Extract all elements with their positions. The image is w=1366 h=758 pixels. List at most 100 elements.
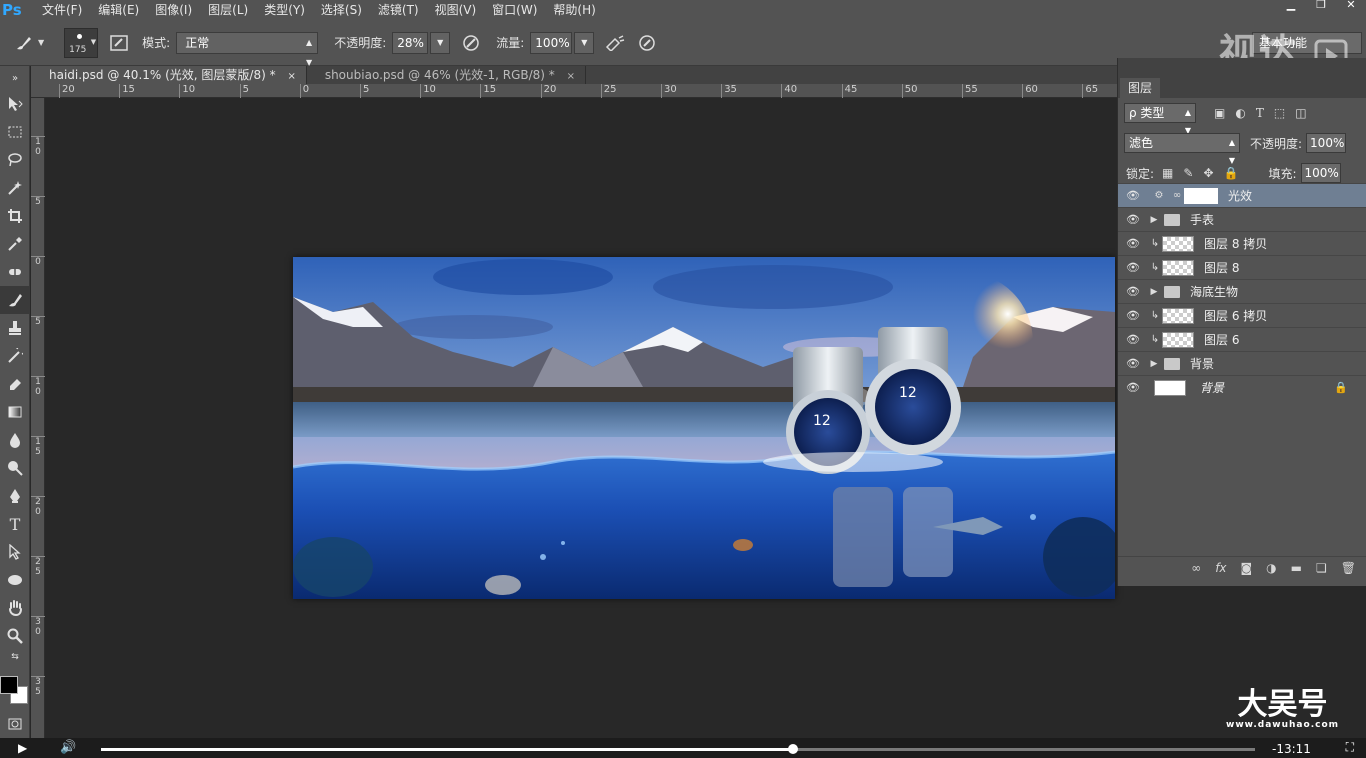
play-icon[interactable]: ▶ — [18, 741, 27, 755]
visibility-eye-icon[interactable]: 👁 — [1118, 285, 1148, 298]
history-brush-tool-icon[interactable] — [0, 342, 30, 370]
new-layer-icon[interactable]: ❏ — [1316, 561, 1327, 575]
close-button[interactable]: ✕ — [1336, 0, 1366, 12]
menu-help[interactable]: 帮助(H) — [545, 0, 603, 20]
delete-layer-icon[interactable]: 🗑 — [1341, 561, 1356, 575]
progress-track[interactable] — [101, 744, 1255, 754]
visibility-eye-icon[interactable]: 👁 — [1118, 237, 1148, 250]
shape-filter-icon[interactable]: ⬚ — [1274, 106, 1285, 120]
flow-slider-button[interactable]: ▼ — [574, 31, 595, 54]
visibility-eye-icon[interactable]: 👁 — [1118, 381, 1148, 394]
menu-select[interactable]: 选择(S) — [313, 0, 370, 20]
brush-preset-picker[interactable]: 175 ▼ — [64, 27, 99, 58]
menu-type[interactable]: 类型(Y) — [256, 0, 313, 20]
menu-edit[interactable]: 编辑(E) — [90, 0, 147, 20]
tab-haidi[interactable]: haidi.psd @ 40.1% (光效, 图层蒙版/8) * × — [31, 66, 307, 84]
adjustment-filter-icon[interactable]: ◐ — [1235, 106, 1245, 120]
chevron-down-icon[interactable]: ▼ — [38, 38, 44, 47]
blend-mode-select[interactable]: 滤色 ▲ ▼ — [1124, 133, 1240, 165]
swap-colors-icon[interactable]: ⇆ — [0, 650, 30, 664]
move-tool-icon[interactable] — [0, 90, 30, 118]
menu-layer[interactable]: 图层(L) — [200, 0, 256, 20]
fill-input[interactable]: 100% — [1300, 163, 1341, 183]
brush-tool-icon[interactable] — [0, 286, 30, 314]
minimize-button[interactable]: ▁ — [1276, 0, 1306, 12]
dodge-tool-icon[interactable] — [0, 454, 30, 482]
close-tab-icon[interactable]: × — [287, 71, 295, 82]
visibility-eye-icon[interactable]: 👁 — [1118, 357, 1148, 370]
volume-icon[interactable]: 🔊 — [60, 740, 76, 755]
restore-button[interactable]: ❐ — [1306, 0, 1336, 12]
layer-row-layer8-copy[interactable]: 👁 ↳ 图层 8 拷贝 — [1118, 231, 1366, 255]
new-group-icon[interactable]: ▬ — [1291, 561, 1302, 575]
menu-filter[interactable]: 滤镜(T) — [370, 0, 427, 20]
opacity-slider-button[interactable]: ▼ — [430, 31, 451, 54]
crop-tool-icon[interactable] — [0, 202, 30, 230]
new-adjustment-icon[interactable]: ◑ — [1266, 561, 1276, 575]
opacity-input[interactable]: 28% — [392, 31, 429, 54]
menu-view[interactable]: 视图(V) — [427, 0, 485, 20]
layer-row-haidi-group[interactable]: 👁 ▶ 海底生物 — [1118, 279, 1366, 303]
layer-row-layer6[interactable]: 👁 ↳ 图层 6 — [1118, 327, 1366, 351]
visibility-eye-icon[interactable]: 👁 — [1118, 213, 1148, 226]
layer-row-layer8[interactable]: 👁 ↳ 图层 8 — [1118, 255, 1366, 279]
eraser-tool-icon[interactable] — [0, 370, 30, 398]
layer-row-background[interactable]: 👁 背景 🔒 — [1118, 375, 1366, 399]
brush-tool-icon[interactable] — [14, 34, 34, 52]
menu-image[interactable]: 图像(I) — [147, 0, 200, 20]
tab-shoubiao[interactable]: shoubiao.psd @ 46% (光效-1, RGB/8) * × — [307, 66, 587, 84]
zoom-tool-icon[interactable] — [0, 622, 30, 650]
hand-tool-icon[interactable] — [0, 594, 30, 622]
canvas-area[interactable]: 12 12 — [45, 98, 1117, 738]
progress-knob[interactable] — [788, 744, 799, 754]
tab-layers[interactable]: 图层 — [1120, 78, 1161, 98]
link-icon[interactable]: ∞ — [1170, 190, 1184, 201]
ellipse-tool-icon[interactable] — [0, 566, 30, 594]
lock-transparency-icon[interactable]: ▦ — [1162, 166, 1173, 180]
marquee-tool-icon[interactable] — [0, 118, 30, 146]
brush-panel-toggle-icon[interactable] — [110, 34, 128, 51]
blur-tool-icon[interactable] — [0, 426, 30, 454]
lock-pixels-icon[interactable]: ✎ — [1183, 166, 1193, 180]
layer-row-beijing-group[interactable]: 👁 ▶ 背景 — [1118, 351, 1366, 375]
pressure-size-icon[interactable] — [636, 32, 658, 54]
layer-row-guangxiao[interactable]: 👁 ⚙ ∞ 光效 — [1118, 183, 1366, 207]
quick-selection-tool-icon[interactable] — [0, 174, 30, 202]
clone-stamp-tool-icon[interactable] — [0, 314, 30, 342]
gradient-tool-icon[interactable] — [0, 398, 30, 426]
expand-arrow-icon[interactable]: ▶ — [1148, 287, 1160, 297]
mode-select[interactable]: 正常 ▲ ▼ — [176, 31, 319, 67]
image-filter-icon[interactable]: ▣ — [1214, 106, 1225, 120]
layer-row-shoubiao-group[interactable]: 👁 ▶ 手表 — [1118, 207, 1366, 231]
layer-row-layer6-copy[interactable]: 👁 ↳ 图层 6 拷贝 — [1118, 303, 1366, 327]
menu-file[interactable]: 文件(F) — [34, 0, 90, 20]
lock-position-icon[interactable]: ✥ — [1203, 166, 1213, 180]
layer-filter-select[interactable]: ρ 类型 ▲ ▼ — [1124, 103, 1196, 135]
fullscreen-icon[interactable]: ⛶ — [1346, 740, 1354, 755]
visibility-eye-icon[interactable]: 👁 — [1118, 189, 1148, 202]
path-selection-tool-icon[interactable] — [0, 538, 30, 566]
expand-arrow-icon[interactable]: ▶ — [1148, 359, 1160, 369]
layer-style-icon[interactable]: fx — [1215, 561, 1226, 575]
flow-input[interactable]: 100% — [530, 31, 573, 54]
link-layers-icon[interactable]: ∞ — [1191, 561, 1201, 575]
visibility-eye-icon[interactable]: 👁 — [1118, 309, 1148, 322]
layer-mask-thumbnail[interactable] — [1184, 187, 1218, 204]
quick-mask-icon[interactable] — [0, 710, 30, 738]
expand-arrow-icon[interactable]: ▶ — [1148, 215, 1160, 225]
collapse-toolbar-icon[interactable]: » — [0, 66, 30, 90]
close-tab-icon[interactable]: × — [567, 71, 575, 82]
foreground-color-swatch[interactable] — [0, 676, 18, 694]
pen-tool-icon[interactable] — [0, 482, 30, 510]
visibility-eye-icon[interactable]: 👁 — [1118, 333, 1148, 346]
eyedropper-tool-icon[interactable] — [0, 230, 30, 258]
layer-opacity-input[interactable]: 100% — [1306, 133, 1347, 153]
airbrush-icon[interactable] — [604, 32, 626, 54]
smart-object-filter-icon[interactable]: ◫ — [1295, 106, 1306, 120]
lasso-tool-icon[interactable] — [0, 146, 30, 174]
type-tool-icon[interactable]: T — [0, 510, 30, 538]
healing-brush-tool-icon[interactable] — [0, 258, 30, 286]
type-filter-icon[interactable]: T — [1256, 106, 1264, 120]
document-artwork[interactable]: 12 12 — [293, 257, 1115, 599]
add-mask-icon[interactable]: ◙ — [1241, 561, 1253, 575]
